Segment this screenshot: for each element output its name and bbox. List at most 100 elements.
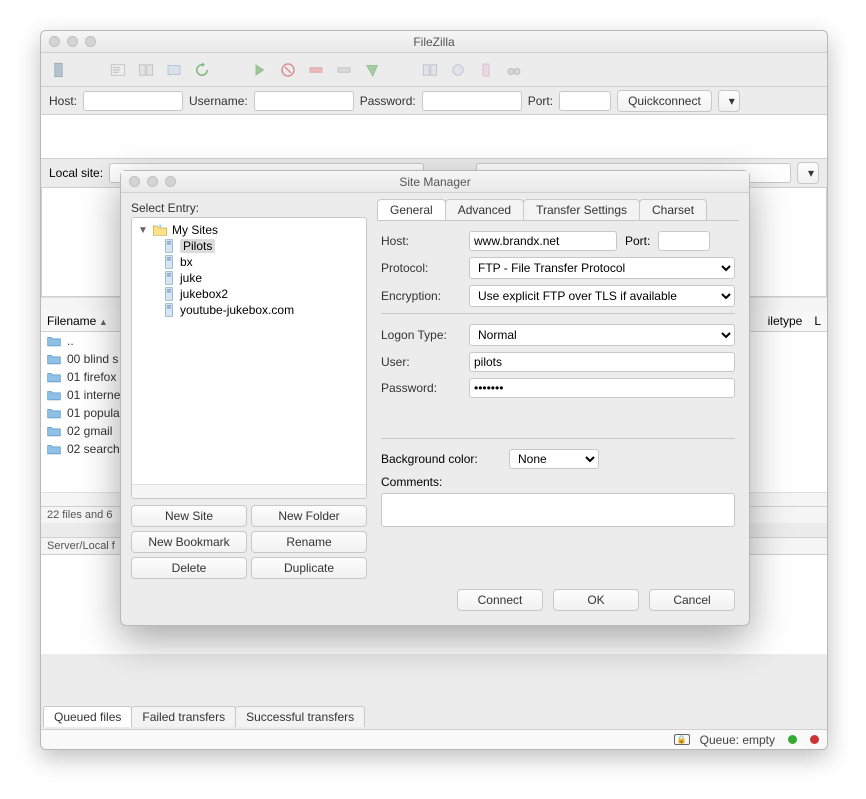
file-name: .. bbox=[67, 334, 74, 348]
password-input[interactable] bbox=[422, 91, 522, 111]
process-queue-icon[interactable] bbox=[249, 59, 271, 81]
status-bar: 🔒 Queue: empty bbox=[41, 729, 827, 749]
comments-label: Comments: bbox=[381, 475, 442, 489]
activity-led-recv bbox=[788, 735, 797, 744]
main-toolbar bbox=[41, 53, 827, 87]
new-bookmark-button[interactable]: New Bookmark bbox=[131, 531, 247, 553]
background-color-label: Background color: bbox=[381, 452, 501, 466]
remote-site-dropdown[interactable]: ▾ bbox=[797, 162, 819, 184]
quickconnect-bar: Host: Username: Password: Port: Quickcon… bbox=[41, 87, 827, 115]
site-port-input[interactable] bbox=[658, 231, 710, 251]
activity-led-send bbox=[810, 735, 819, 744]
main-window-title: FileZilla bbox=[41, 35, 827, 49]
site-entry[interactable]: Pilots bbox=[134, 238, 364, 254]
logon-type-select[interactable]: Normal bbox=[469, 324, 735, 346]
connect-button[interactable]: Connect bbox=[457, 589, 543, 611]
site-entry-label: juke bbox=[180, 271, 202, 285]
sync-browse-icon[interactable] bbox=[447, 59, 469, 81]
user-field-label: User: bbox=[381, 355, 461, 369]
site-entry[interactable]: juke bbox=[134, 270, 364, 286]
site-entry-label: youtube-jukebox.com bbox=[180, 303, 294, 317]
site-entry-label: jukebox2 bbox=[180, 287, 228, 301]
file-name: 01 firefox bbox=[67, 370, 116, 384]
site-manager-titlebar: Site Manager bbox=[121, 171, 749, 193]
encryption-select[interactable]: Use explicit FTP over TLS if available bbox=[469, 285, 735, 307]
protocol-label: Protocol: bbox=[381, 261, 461, 275]
cancel-button[interactable]: Cancel bbox=[649, 589, 735, 611]
tab-advanced[interactable]: Advanced bbox=[445, 199, 524, 220]
site-entry[interactable]: jukebox2 bbox=[134, 286, 364, 302]
select-entry-label: Select Entry: bbox=[131, 199, 367, 217]
site-user-input[interactable] bbox=[469, 352, 735, 372]
site-host-input[interactable] bbox=[469, 231, 617, 251]
protocol-select[interactable]: FTP - File Transfer Protocol bbox=[469, 257, 735, 279]
quickconnect-button[interactable]: Quickconnect bbox=[617, 90, 712, 112]
logon-type-label: Logon Type: bbox=[381, 328, 461, 342]
ok-button[interactable]: OK bbox=[553, 589, 639, 611]
my-sites-label: My Sites bbox=[172, 223, 218, 237]
tab-queued-files[interactable]: Queued files bbox=[43, 706, 132, 727]
col-filename[interactable]: Filename bbox=[47, 314, 108, 328]
file-name: 00 blind s bbox=[67, 352, 118, 366]
refresh-icon[interactable] bbox=[191, 59, 213, 81]
site-manager-icon[interactable] bbox=[49, 59, 71, 81]
site-entry[interactable]: bx bbox=[134, 254, 364, 270]
binoculars-icon[interactable] bbox=[503, 59, 525, 81]
disclosure-triangle-icon[interactable]: ▼ bbox=[138, 225, 148, 236]
encryption-indicator: 🔒 bbox=[674, 734, 690, 745]
filter-icon[interactable] bbox=[361, 59, 383, 81]
username-input[interactable] bbox=[254, 91, 354, 111]
username-label: Username: bbox=[189, 94, 248, 108]
tab-transfer-settings[interactable]: Transfer Settings bbox=[523, 199, 640, 220]
local-site-label: Local site: bbox=[49, 166, 103, 180]
tab-general[interactable]: General bbox=[377, 199, 446, 220]
encryption-label: Encryption: bbox=[381, 289, 461, 303]
folder-icon bbox=[152, 223, 168, 237]
queue-tabs: Queued files Failed transfers Successful… bbox=[43, 706, 364, 727]
site-manager-dialog: Site Manager Select Entry: ▼ My Sites Pi… bbox=[120, 170, 750, 626]
tree-root-my-sites[interactable]: ▼ My Sites bbox=[134, 222, 364, 238]
delete-button[interactable]: Delete bbox=[131, 557, 247, 579]
file-name: 02 gmail bbox=[67, 424, 112, 438]
tab-failed-transfers[interactable]: Failed transfers bbox=[131, 706, 236, 727]
file-name: 02 search bbox=[67, 442, 120, 456]
file-name: 01 popula bbox=[67, 406, 120, 420]
site-action-buttons: New Site New Folder New Bookmark Rename … bbox=[131, 505, 367, 579]
site-tree[interactable]: ▼ My Sites Pilots bx juke jukebox2 youtube-j… bbox=[131, 217, 367, 499]
compare-icon[interactable] bbox=[419, 59, 441, 81]
col-last[interactable]: L bbox=[814, 314, 821, 328]
toggle-log-icon[interactable] bbox=[107, 59, 129, 81]
background-color-select[interactable]: None bbox=[509, 449, 599, 469]
reconnect-icon[interactable] bbox=[333, 59, 355, 81]
search-remote-icon[interactable] bbox=[475, 59, 497, 81]
tab-successful-transfers[interactable]: Successful transfers bbox=[235, 706, 365, 727]
port-label: Port: bbox=[528, 94, 553, 108]
site-entry[interactable]: youtube-jukebox.com bbox=[134, 302, 364, 318]
port-field-label: Port: bbox=[625, 234, 650, 248]
disconnect-icon[interactable] bbox=[305, 59, 327, 81]
new-site-button[interactable]: New Site bbox=[131, 505, 247, 527]
new-folder-button[interactable]: New Folder bbox=[251, 505, 367, 527]
toggle-tree-icon[interactable] bbox=[135, 59, 157, 81]
general-tab-form: Host: Port: Protocol: FTP - File Transfe… bbox=[377, 221, 739, 579]
toggle-queue-icon[interactable] bbox=[163, 59, 185, 81]
password-label: Password: bbox=[360, 94, 416, 108]
port-input[interactable] bbox=[559, 91, 611, 111]
quickconnect-history-button[interactable]: ▾ bbox=[718, 90, 740, 112]
cancel-icon[interactable] bbox=[277, 59, 299, 81]
tab-charset[interactable]: Charset bbox=[639, 199, 707, 220]
host-field-label: Host: bbox=[381, 234, 461, 248]
host-input[interactable] bbox=[83, 91, 183, 111]
col-filetype[interactable]: iletype bbox=[768, 314, 803, 328]
password-field-label: Password: bbox=[381, 381, 461, 395]
host-label: Host: bbox=[49, 94, 77, 108]
duplicate-button[interactable]: Duplicate bbox=[251, 557, 367, 579]
site-entry-label: Pilots bbox=[180, 239, 215, 253]
comments-textarea[interactable] bbox=[381, 493, 735, 527]
site-password-input[interactable] bbox=[469, 378, 735, 398]
site-tree-hscroll[interactable] bbox=[132, 484, 366, 498]
rename-button[interactable]: Rename bbox=[251, 531, 367, 553]
file-name: 01 interne bbox=[67, 388, 120, 402]
site-settings-tabs: General Advanced Transfer Settings Chars… bbox=[377, 199, 739, 221]
site-entry-label: bx bbox=[180, 255, 193, 269]
